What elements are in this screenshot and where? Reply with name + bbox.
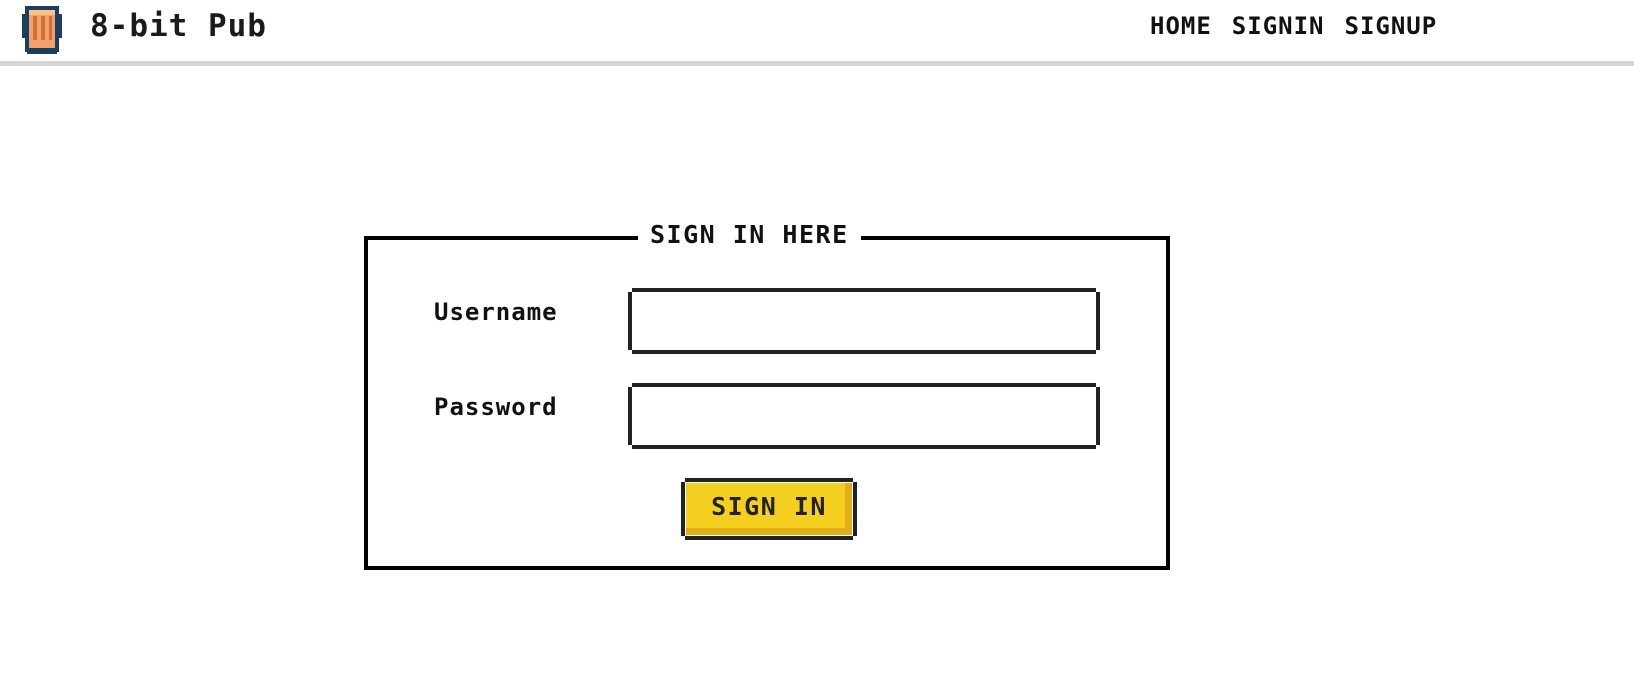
site-brand-name[interactable]: 8-bit Pub: [90, 8, 267, 44]
beer-mug-stripe-1: [33, 16, 37, 40]
beer-mug-stripe-3: [49, 16, 52, 40]
signin-button-label: SIGN IN: [711, 492, 827, 521]
beer-mug-handle: [22, 14, 26, 38]
beer-mug-side: [58, 14, 62, 38]
nav-signup-link[interactable]: SIGNUP: [1345, 12, 1438, 40]
password-input[interactable]: [628, 387, 1096, 445]
password-label: Password: [434, 393, 558, 421]
main-navigation: HOME SIGNIN SIGNUP: [1150, 12, 1437, 40]
username-label: Username: [434, 298, 558, 326]
username-input[interactable]: [628, 292, 1096, 350]
beer-mug-svg: [22, 6, 62, 54]
beer-mug-base: [27, 50, 57, 54]
signin-button[interactable]: SIGN IN: [681, 478, 857, 540]
nav-home-link[interactable]: HOME: [1150, 12, 1212, 40]
beer-mug-icon[interactable]: [20, 2, 64, 56]
beer-mug-top: [29, 10, 55, 15]
top-navigation-bar: 8-bit Pub HOME SIGNIN SIGNUP: [0, 0, 1634, 66]
signin-form-panel: SIGN IN HERE Username Password SIGN IN: [364, 220, 1170, 570]
signin-form-title: SIGN IN HERE: [638, 220, 861, 249]
beer-mug-stripe-2: [41, 16, 45, 40]
nav-signin-link[interactable]: SIGNIN: [1232, 12, 1325, 40]
